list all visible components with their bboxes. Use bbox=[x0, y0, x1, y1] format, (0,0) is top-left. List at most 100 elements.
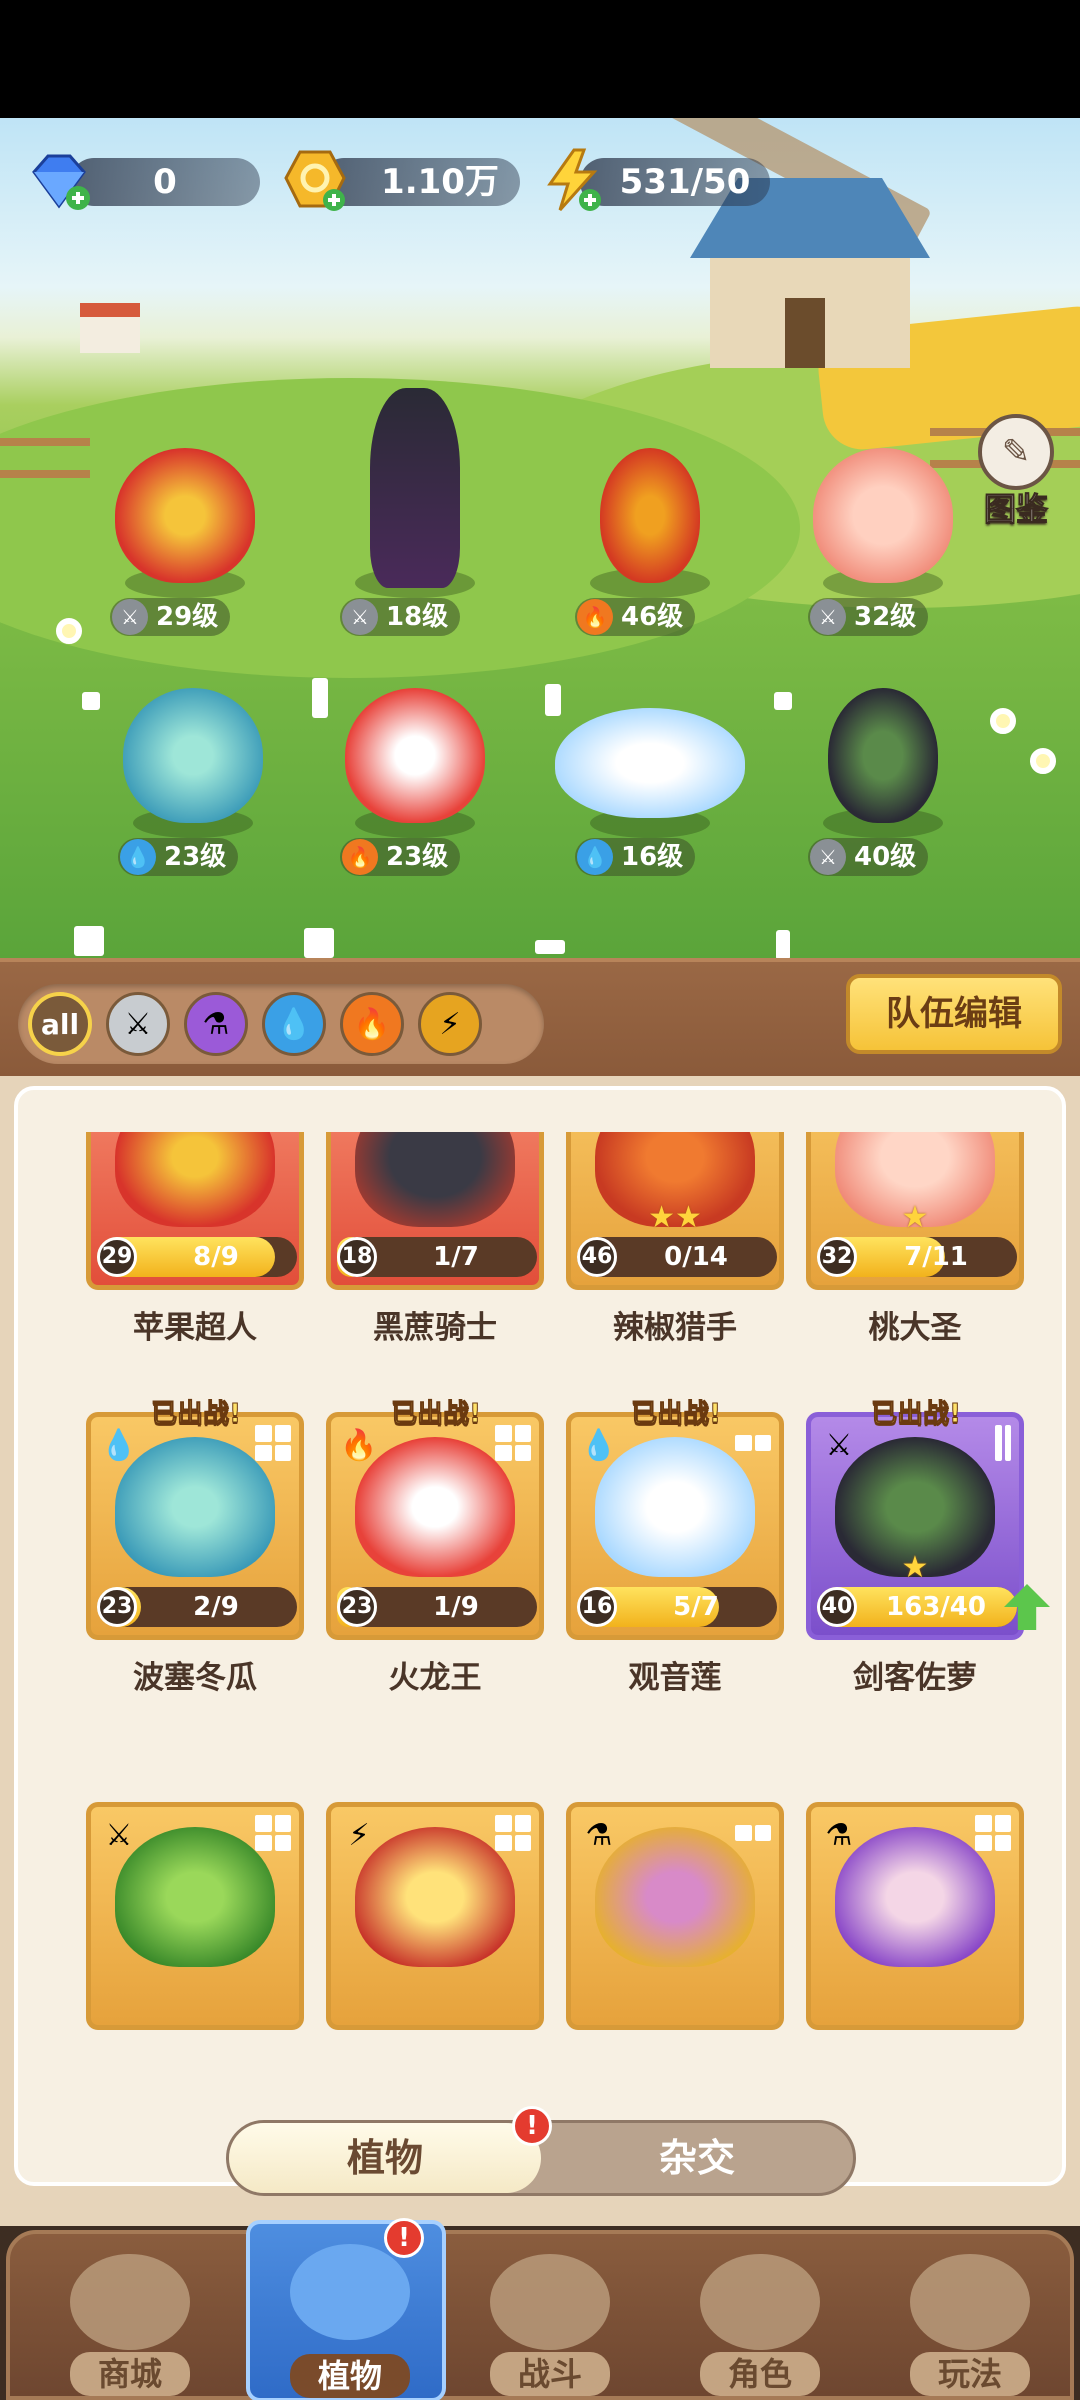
codex-label: 图鉴 bbox=[983, 490, 1048, 529]
sword-icon: ⚔ bbox=[112, 599, 148, 635]
size-icon bbox=[82, 692, 100, 710]
coin-icon[interactable] bbox=[282, 148, 348, 214]
plant-card[interactable]: ⚡ bbox=[326, 1802, 544, 2030]
field-hero[interactable]: ⚔ 29级 bbox=[100, 448, 270, 638]
plant-card[interactable]: ★ 32 7/11 bbox=[806, 1132, 1024, 1290]
windmill-icon bbox=[490, 2254, 610, 2350]
star-rating: ★★ bbox=[648, 1200, 702, 1235]
energy-counter[interactable]: 531/50 bbox=[580, 158, 770, 206]
nav-shop[interactable]: 商城 bbox=[30, 2248, 230, 2398]
tab-plants[interactable]: 植物 bbox=[229, 2123, 541, 2193]
size-icon bbox=[735, 1825, 771, 1841]
water-icon: 💧 bbox=[577, 839, 613, 875]
sword-icon: ⚔ bbox=[810, 599, 846, 635]
game-screen: 0 1.10万 531/50 ✎ 图鉴 ⚔ 29级 ⚔ 18级 🔥 46级 ⚔ 32级 … bbox=[0, 0, 1080, 2400]
filter-all-button[interactable]: all bbox=[28, 992, 92, 1056]
card-grid[interactable]: 29 8/9 苹果超人 18 1/7 黑蔗骑士 ★★ 46 0/14 辣椒猎手 ★ 3… bbox=[36, 1132, 1076, 2082]
water-icon: 💧 bbox=[100, 1427, 138, 1463]
plant-card[interactable]: 29 8/9 bbox=[86, 1132, 304, 1290]
plant-name: 观音莲 bbox=[628, 1660, 722, 1696]
gems-counter[interactable]: 0 bbox=[70, 158, 260, 206]
field-hero[interactable]: ⚔ 32级 bbox=[798, 448, 968, 638]
size-icon bbox=[975, 1815, 1011, 1851]
size-icon bbox=[545, 684, 561, 716]
gems-value: 0 bbox=[153, 162, 177, 202]
fire-icon: 🔥 bbox=[342, 839, 378, 875]
plant-name: 桃大圣 bbox=[868, 1310, 962, 1346]
size-icon bbox=[495, 1815, 531, 1851]
flower bbox=[990, 708, 1016, 734]
plant-name: 波塞冬瓜 bbox=[133, 1660, 257, 1696]
potion-icon: ⚗ bbox=[585, 1817, 613, 1853]
filter-bar: all ⚔ ⚗ 💧 🔥 ⚡ 队伍编辑 bbox=[0, 958, 1080, 1078]
star-rating: ★ bbox=[901, 1200, 929, 1235]
flower bbox=[1030, 748, 1056, 774]
plant-card[interactable]: ★★ 46 0/14 bbox=[566, 1132, 784, 1290]
size-icon bbox=[495, 1425, 531, 1461]
tab-hybrid[interactable]: 杂交 bbox=[541, 2123, 853, 2193]
filter-water-icon[interactable]: 💧 bbox=[262, 992, 326, 1056]
nav-battle[interactable]: 战斗 bbox=[450, 2248, 650, 2398]
plant-card[interactable]: 18 1/7 bbox=[326, 1132, 544, 1290]
plant-card[interactable]: 🔥 23 1/9 bbox=[326, 1412, 544, 1640]
size-icon bbox=[255, 1815, 291, 1851]
field-hero[interactable]: 💧 23级 bbox=[108, 688, 278, 878]
size-icon bbox=[774, 692, 792, 710]
nav-gameplay[interactable]: 玩法 bbox=[870, 2248, 1070, 2398]
flower bbox=[56, 618, 82, 644]
field-hero[interactable]: ⚔ 40级 bbox=[798, 688, 968, 878]
gameplay-icon bbox=[910, 2254, 1030, 2350]
filter-sword-icon[interactable]: ⚔ bbox=[106, 992, 170, 1056]
book-icon: ✎ bbox=[978, 414, 1054, 490]
sword-icon: ⚔ bbox=[825, 1427, 853, 1463]
nav-character[interactable]: 角色 bbox=[660, 2248, 860, 2398]
plant-card[interactable]: ⚔ bbox=[86, 1802, 304, 2030]
size-icon bbox=[735, 1435, 771, 1451]
coins-value: 1.10万 bbox=[381, 162, 499, 202]
size-icon bbox=[74, 926, 104, 956]
plant-card[interactable]: ⚗ bbox=[566, 1802, 784, 2030]
plant-collection-panel: 29 8/9 苹果超人 18 1/7 黑蔗骑士 ★★ 46 0/14 辣椒猎手 ★ 3… bbox=[0, 1076, 1080, 2226]
field-hero[interactable]: 🔥 23级 bbox=[330, 688, 500, 878]
cottage bbox=[80, 303, 140, 353]
coins-counter[interactable]: 1.10万 bbox=[320, 158, 520, 206]
filter-lightning-icon[interactable]: ⚡ bbox=[418, 992, 482, 1056]
fire-icon: 🔥 bbox=[577, 599, 613, 635]
plant-card[interactable]: ⚔ ★ 40 163/40 bbox=[806, 1412, 1024, 1640]
lightning-icon: ⚡ bbox=[348, 1817, 370, 1853]
sword-icon: ⚔ bbox=[342, 599, 378, 635]
deployed-tag: 已出战! bbox=[871, 1399, 962, 1430]
plant-name: 黑蔗骑士 bbox=[373, 1310, 497, 1346]
field-hero[interactable]: ⚔ 18级 bbox=[330, 388, 500, 638]
energy-value: 531/50 bbox=[619, 162, 751, 202]
bottom-nav: 商城 植物 战斗 角色 玩法 bbox=[0, 2220, 1080, 2400]
potion-icon: ⚗ bbox=[825, 1817, 853, 1853]
plant-name: 火龙王 bbox=[388, 1660, 482, 1696]
home-field: 0 1.10万 531/50 ✎ 图鉴 ⚔ 29级 ⚔ 18级 🔥 46级 ⚔ 32级 … bbox=[0, 118, 1080, 963]
deployed-tag: 已出战! bbox=[151, 1399, 242, 1430]
plant-name: 苹果超人 bbox=[133, 1310, 257, 1346]
size-icon bbox=[995, 1425, 1011, 1461]
plants-icon bbox=[290, 2244, 410, 2340]
character-icon bbox=[700, 2254, 820, 2350]
plant-card[interactable]: 💧 23 2/9 bbox=[86, 1412, 304, 1640]
plant-card[interactable]: 💧 16 5/7 bbox=[566, 1412, 784, 1640]
notification-badge: ! bbox=[512, 2106, 552, 2146]
plant-card[interactable]: ⚗ bbox=[806, 1802, 1024, 2030]
filter-fire-icon[interactable]: 🔥 bbox=[340, 992, 404, 1056]
filter-potion-icon[interactable]: ⚗ bbox=[184, 992, 248, 1056]
lightning-icon[interactable] bbox=[540, 148, 606, 214]
deployed-tag: 已出战! bbox=[631, 1399, 722, 1430]
codex-button[interactable]: ✎ 图鉴 bbox=[968, 414, 1064, 529]
gem-icon[interactable] bbox=[26, 148, 92, 214]
size-icon bbox=[776, 930, 790, 960]
team-edit-button[interactable]: 队伍编辑 bbox=[846, 974, 1062, 1054]
field-hero[interactable]: 🔥 46级 bbox=[565, 448, 735, 638]
field-hero[interactable]: 💧 16级 bbox=[555, 688, 745, 878]
size-icon bbox=[535, 940, 565, 954]
star-rating: ★ bbox=[901, 1550, 929, 1585]
shop-icon bbox=[70, 2254, 190, 2350]
plant-name: 辣椒猎手 bbox=[613, 1310, 737, 1346]
windmill-house bbox=[690, 178, 930, 368]
fire-icon: 🔥 bbox=[340, 1427, 378, 1463]
